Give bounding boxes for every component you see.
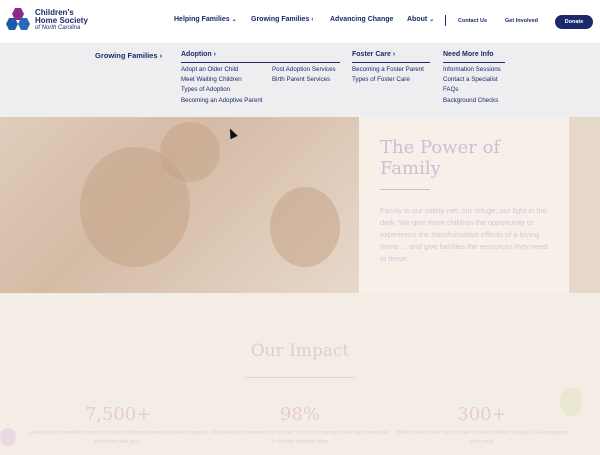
impact-title: Our Impact [250, 341, 350, 361]
adoption-title[interactable]: Adoption › [181, 51, 216, 58]
hero-family-photo [0, 117, 359, 293]
nav-about[interactable]: About ⌄ [407, 16, 434, 23]
link-faqs[interactable]: FAQs [443, 86, 458, 93]
get-involved-link[interactable]: Get Involved [505, 18, 538, 24]
stat-number: 7,500+ [84, 404, 152, 425]
chevron-down-icon: ⌄ [231, 17, 237, 23]
chevron-down-icon: ⌄ [429, 17, 435, 23]
link-adopt-older-child[interactable]: Adopt an Older Child [181, 66, 238, 73]
nav-helping-families[interactable]: Helping Families ⌄ [174, 16, 237, 23]
adoption-rule [181, 62, 340, 63]
link-post-adoption-services[interactable]: Post Adoption Services [272, 66, 336, 73]
logo-line3: of North Carolina [35, 25, 81, 31]
link-becoming-foster-parent[interactable]: Becoming a Foster Parent [352, 66, 424, 73]
link-contact-specialist[interactable]: Contact a Specialist [443, 76, 498, 83]
mega-menu-heading[interactable]: Growing Families › [95, 51, 162, 60]
hero-title-rule [380, 189, 430, 190]
link-background-checks[interactable]: Background Checks [443, 97, 498, 104]
decorative-shape-icon [560, 388, 582, 416]
stat-description: parents have benefited from our early ch… [28, 430, 208, 445]
site-header: Children's Home Society of North Carolin… [0, 0, 600, 43]
adoption-title-label: Adoption [181, 51, 212, 58]
foster-rule [352, 62, 430, 63]
link-meet-waiting-children[interactable]: Meet Waiting Children [181, 76, 242, 83]
nav-advancing-label: Advancing Change [330, 16, 394, 23]
impact-stat-parents: 7,500+ parents have benefited from our e… [28, 404, 208, 447]
donate-button[interactable]: Donate [555, 15, 593, 29]
stat-number: 98% [279, 404, 320, 425]
nav-advancing-change[interactable]: Advancing Change [330, 16, 393, 23]
foster-care-title-label: Foster Care [352, 51, 391, 58]
logo-mark-icon [6, 8, 32, 32]
need-more-info-title: Need More Info [443, 51, 494, 58]
link-birth-parent-services[interactable]: Birth Parent Services [272, 76, 330, 83]
chevron-left-icon: ‹ [311, 17, 314, 23]
nav-divider [445, 15, 446, 26]
link-types-of-foster-care[interactable]: Types of Foster Care [352, 76, 410, 83]
logo-line2: Home Society [35, 16, 88, 25]
mega-menu: Growing Families › Adoption › Adopt an O… [0, 43, 600, 117]
stat-description: of families at imminent risk of their ch… [210, 430, 390, 445]
decorative-shape-icon [0, 428, 16, 446]
nav-helping-label: Helping Families [174, 16, 230, 23]
chevron-right-icon: › [159, 51, 163, 60]
mega-heading-label: Growing Families [95, 51, 158, 60]
link-becoming-adoptive-parent[interactable]: Becoming an Adoptive Parent [181, 97, 263, 104]
impact-stat-families: 98% of families at imminent risk of thei… [210, 404, 390, 447]
chevron-right-icon: › [213, 51, 217, 58]
nav-growing-label: Growing Families [251, 16, 310, 23]
impact-stat-children: 300+ children exit foster care to their … [392, 404, 572, 447]
hero-edge-photo [569, 117, 600, 293]
foster-care-title[interactable]: Foster Care › [352, 51, 395, 58]
nav-about-label: About [407, 16, 428, 23]
contact-us-link[interactable]: Contact Us [458, 18, 487, 24]
site-logo[interactable]: Children's Home Society of North Carolin… [6, 8, 88, 32]
chevron-right-icon: › [392, 51, 396, 58]
hero-title: The Power of Family [380, 137, 501, 179]
hero-body: Family is our safety net, our refuge, ou… [380, 206, 548, 263]
logo-text: Children's Home Society of North Carolin… [35, 9, 88, 32]
impact-rule [245, 377, 355, 378]
link-types-of-adoption[interactable]: Types of Adoption [181, 86, 230, 93]
stat-description: children exit foster care to their forev… [395, 430, 569, 445]
nav-growing-families[interactable]: Growing Families ‹ [251, 16, 313, 23]
info-rule [443, 62, 505, 63]
stat-number: 300+ [457, 404, 507, 425]
link-information-sessions[interactable]: Information Sessions [443, 66, 501, 73]
